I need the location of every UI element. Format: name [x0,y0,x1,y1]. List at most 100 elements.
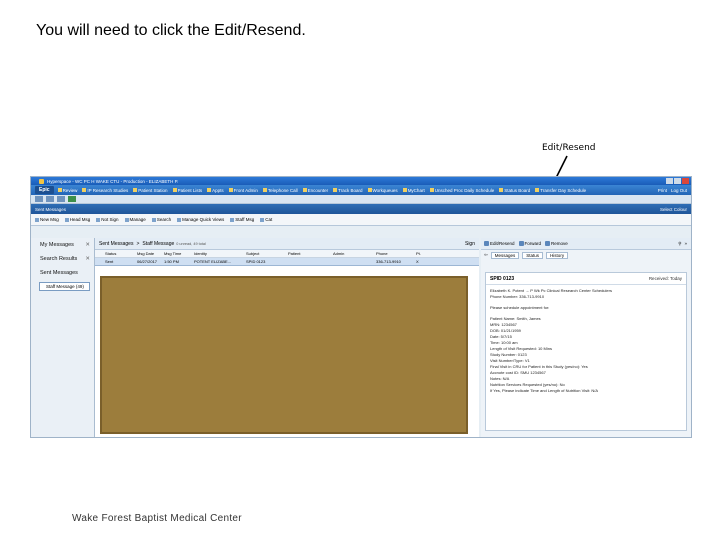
tab-messages[interactable]: Messages [490,251,520,259]
column-header[interactable]: Admin [333,251,376,256]
menu-icon [57,188,62,192]
table-row[interactable]: Sent 06/27/2017 1:50 PM POTENT ELIZABE..… [95,258,479,266]
select-colour-link[interactable]: Select Colour [660,207,687,212]
forward-icon [518,241,524,246]
pin-icon[interactable]: ⚲ [678,241,681,247]
search-button[interactable]: Search [151,217,171,222]
menu-item[interactable]: Encounter [302,188,328,193]
table-cell: 06/27/2017 [137,259,158,264]
maximize-button[interactable] [674,178,681,184]
edit-resend-callout: Edit/Resend [542,143,596,153]
manage-quick-views-button[interactable]: Manage Quick Views [177,217,224,222]
column-header[interactable]: Msg Date [137,251,164,256]
forward-button[interactable]: Forward [518,241,541,246]
nav-item-search-results[interactable]: Search Results ✕ [31,252,94,266]
message-body: Elizabeth K. Potent → P Wk Pc Clinical R… [486,285,686,397]
new-msg-icon [35,217,39,222]
double-chevron-icon[interactable]: » [684,241,687,246]
column-header[interactable]: Phone [376,251,416,256]
menu-icon [302,188,307,192]
menu-item[interactable]: Patient Station [133,188,168,193]
user-icon[interactable] [68,196,76,202]
reader-toolbar: Edit/Resend Forward Remove ⚲ » [481,238,691,250]
activity-bar: Sent Messages Select Colour [31,204,691,214]
nav-item-my-messages[interactable]: My Messages ✕ [31,238,94,252]
menu-icon [402,188,407,192]
menu-item[interactable]: Review [57,188,77,193]
minimize-button[interactable] [666,178,673,184]
breadcrumb-root[interactable]: Sent Messages [99,241,133,247]
column-header[interactable]: Pt. [416,251,456,256]
table-cell: 336-713-9910 [376,259,401,264]
list-column-headers: Status Msg Date Msg Time Identity Subjec… [95,250,479,258]
head-msg-icon [64,217,69,222]
menu-icon [172,188,177,192]
activity-title: Sent Messages [35,206,67,212]
menu-item[interactable]: IP Research Studies [82,188,128,193]
menu-item[interactable]: Telephone Call [262,188,298,193]
breadcrumb-separator: > [136,240,140,247]
log-out-button[interactable]: Log Out [671,188,687,193]
nav-item-sent-messages[interactable]: Sent Messages [31,266,94,280]
close-icon[interactable]: ✕ [85,256,90,262]
epic-menu-button[interactable]: Epic [35,186,54,194]
manage-icon [124,217,129,222]
table-cell: SPID 0123 [246,259,266,264]
menu-item[interactable]: Patient Lists [172,188,202,193]
message-header: SPID 0123 Received: Today [486,273,686,285]
menu-item[interactable]: Status Board [499,188,530,193]
manage-button[interactable]: Manage [124,217,146,222]
epic-menubar: Epic Review IP Research Studies Patient … [31,185,691,195]
tab-history[interactable]: History [546,251,569,259]
message-card: SPID 0123 Received: Today Elizabeth K. P… [485,272,687,431]
slide-title: You will need to click the Edit/Resend. [36,22,306,39]
table-cell: POTENT ELIZABE... [194,259,232,264]
window-title: Hyperspace - WC PC H WAKE CTU - Producti… [47,178,179,184]
back-arrow-icon[interactable]: ⇦ [484,252,488,258]
column-header[interactable]: Subject [246,251,288,256]
column-header[interactable]: Status [105,251,137,256]
folder-icon[interactable] [57,196,65,202]
message-title: SPID 0123 [490,275,515,282]
close-button[interactable] [682,178,689,184]
nav-sub-staff-message[interactable]: Staff Message (49) [39,282,90,291]
message-list-pane: Sent Messages > Staff Message 0 unread, … [95,238,479,437]
not-sign-button[interactable]: Not Sign [96,217,119,222]
mail-icon[interactable] [46,196,54,202]
menu-item[interactable]: Transfer Day Schedule [535,188,586,193]
staff-msg-icon [230,217,235,222]
home-icon[interactable] [35,196,43,202]
menu-item[interactable]: Workqueues [367,188,398,193]
sign-button[interactable]: Sign [465,241,475,247]
column-header[interactable]: Patient [288,251,333,256]
menu-item[interactable]: Front Admin [228,188,258,193]
menu-item[interactable]: Unsched Proc Daily Schedule [429,188,494,193]
message-toolbar: New Msg Head Msg Not Sign Manage Search … [31,214,691,226]
menu-icon [429,188,434,192]
menu-icon [367,188,372,192]
close-icon[interactable]: ✕ [85,242,90,248]
reader-tabs: ⇦ Messages Status History [481,250,691,260]
column-header[interactable]: Msg Time [164,251,194,256]
menu-icon [207,188,212,192]
menu-item[interactable]: MyChart [402,188,425,193]
received-date: Received: Today [648,276,682,281]
table-cell: 1:50 PM [164,259,179,264]
breadcrumb-count: 0 unread, 49 total [176,241,206,246]
search-icon [151,217,156,222]
menu-icon [228,188,233,192]
edit-resend-button[interactable]: Edit/Resend [484,241,515,246]
menu-item[interactable]: Appts [207,188,224,193]
staff-msg-button[interactable]: Staff Msg [230,217,254,222]
message-line: If Yes, Please indicate Time and Length … [490,388,598,393]
remove-icon [545,241,551,246]
tab-status[interactable]: Status [522,251,544,259]
cat-button[interactable]: Cat [260,217,272,222]
epic-screenshot: Hyperspace - WC PC H WAKE CTU - Producti… [30,176,692,438]
head-msg-button[interactable]: Head Msg [64,217,90,222]
print-button[interactable]: Print [658,188,667,193]
remove-button[interactable]: Remove [545,241,568,246]
menu-item[interactable]: Track Board [333,188,363,193]
new-msg-button[interactable]: New Msg [35,217,59,222]
column-header[interactable]: Identity [194,251,246,256]
